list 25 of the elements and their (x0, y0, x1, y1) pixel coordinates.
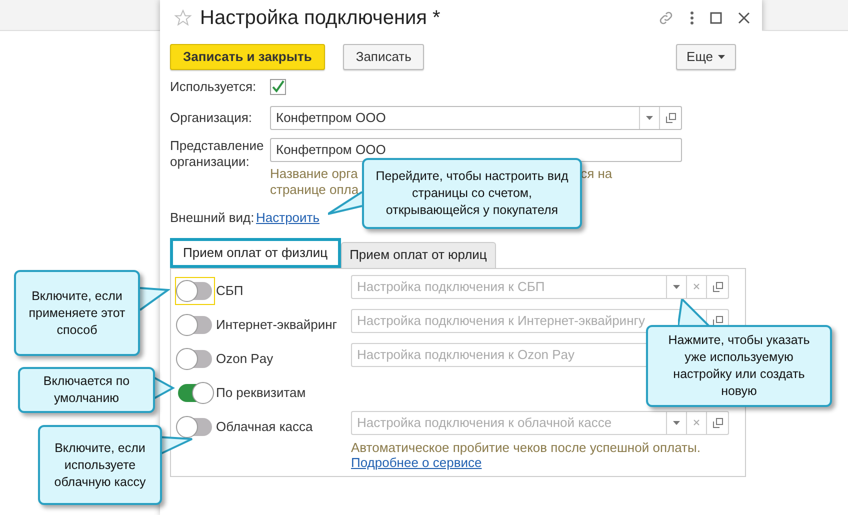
window-title: Настройка подключения * (200, 6, 440, 31)
configure-link[interactable]: Настроить (256, 208, 320, 228)
field-label: Используется: (170, 78, 258, 96)
toggle-label: Интернет-эквайринг (216, 316, 338, 334)
toggle-label: По реквизитам (216, 384, 307, 402)
hint-tooltip: Перейдите, чтобы настроить вид страницы со счетом, открывающейся у покупателя (362, 158, 582, 229)
service-link[interactable]: Подробнее о сервисе (351, 454, 482, 470)
toggle-label: Облачная касса (216, 418, 314, 436)
hint-text: странице опла (270, 182, 359, 198)
hint-text: Название орга (270, 166, 359, 182)
note-text: Автоматическое пробитие чеков после успешной оплаты. (351, 440, 702, 454)
toggle-label: Ozon Pay (216, 350, 274, 368)
field-label: Представление организации: (170, 138, 265, 170)
hint-tooltip: Включите, если применяете этот способ (14, 270, 140, 356)
save-and-close-button[interactable]: Записать и закрыть (170, 44, 325, 70)
field-label: Внешний вид: (170, 209, 256, 227)
toggle-label: СБП (216, 282, 244, 300)
hint-tooltip: Нажмите, чтобы указать уже используемую настройку или создать новую (646, 325, 832, 407)
field-label: Организация: (170, 109, 254, 128)
save-button[interactable]: Записать (342, 44, 424, 70)
tab[interactable]: Прием оплат от физлиц (170, 238, 341, 268)
tab[interactable]: Прием оплат от юрлиц (340, 242, 496, 268)
hint-tooltip: Включите, если используете облачную кассу (38, 425, 162, 505)
organization-field[interactable]: Конфетпром ООО (270, 106, 682, 130)
more-button[interactable]: Еще (676, 44, 736, 70)
